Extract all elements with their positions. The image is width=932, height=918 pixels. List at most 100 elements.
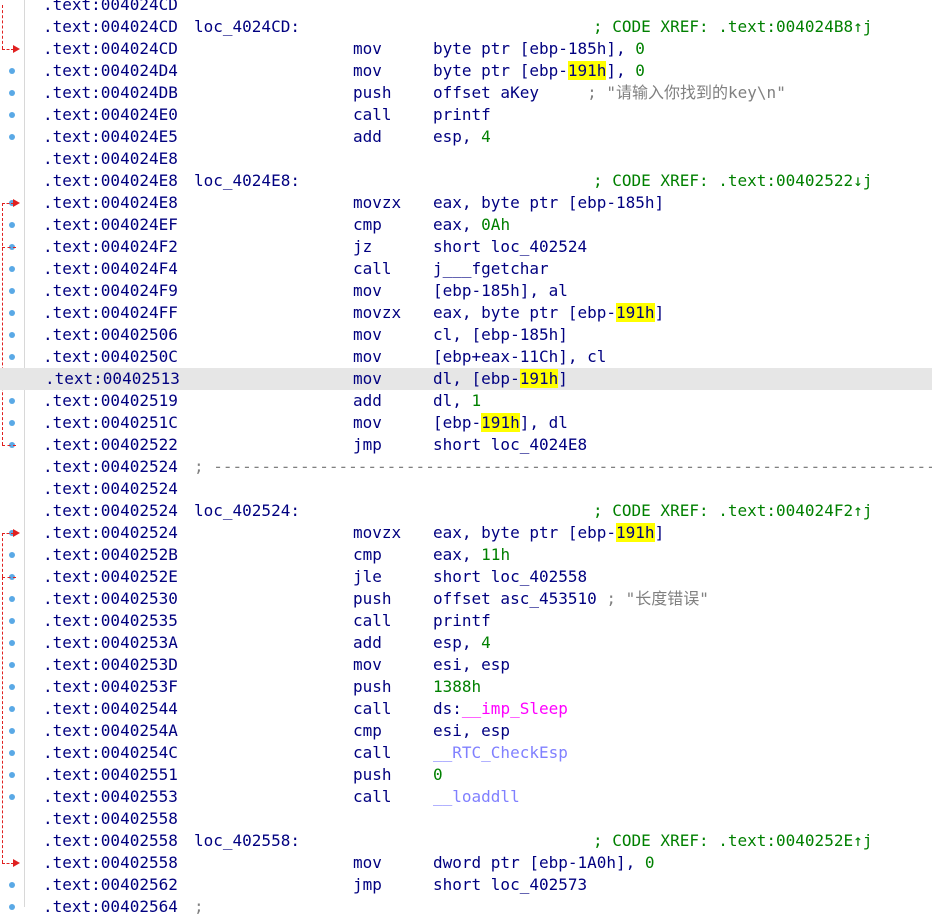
instruction-mnemonic[interactable]: push bbox=[353, 764, 392, 786]
instruction-operands[interactable]: byte ptr [ebp-191h], 0 bbox=[433, 60, 645, 82]
instruction-mnemonic[interactable]: movzx bbox=[353, 522, 401, 544]
operand-text[interactable]: eax, byte ptr [ebp- bbox=[433, 303, 616, 322]
code-line[interactable]: .text:004024E8 bbox=[0, 148, 932, 170]
operand-text[interactable]: ] bbox=[655, 523, 665, 542]
code-line[interactable]: .text:004024CD bbox=[0, 0, 932, 16]
instruction-operands[interactable]: offset aKey ; "请输入你找到的key\n" bbox=[433, 82, 786, 104]
instruction-mnemonic[interactable]: mov bbox=[353, 852, 382, 874]
line-address[interactable]: .text:00402551 bbox=[43, 764, 178, 786]
line-address[interactable]: .text:00402544 bbox=[43, 698, 178, 720]
xref-comment[interactable]: ; CODE XREF: .text:00402522↓j bbox=[593, 170, 872, 192]
line-address[interactable]: .text:00402535 bbox=[43, 610, 178, 632]
instruction-mnemonic[interactable]: add bbox=[353, 390, 382, 412]
code-line[interactable]: .text:00402558 mov dword ptr [ebp-1A0h], 0 bbox=[0, 852, 932, 874]
operand-text[interactable]: [ebp-185h], al bbox=[433, 281, 568, 300]
instruction-operands[interactable]: esp, 4 bbox=[433, 632, 491, 654]
line-address[interactable]: .text:004024E8 bbox=[43, 170, 178, 192]
instruction-mnemonic[interactable]: jle bbox=[353, 566, 382, 588]
instruction-operands[interactable]: 1388h bbox=[433, 676, 481, 698]
operand-number[interactable]: 0 bbox=[433, 765, 443, 784]
operand-text[interactable]: [ebp- bbox=[433, 413, 481, 432]
line-address[interactable]: .text:0040251C bbox=[43, 412, 178, 434]
code-line[interactable]: .text:00402524 loc_402524: ; CODE XREF: .t… bbox=[0, 500, 932, 522]
code-line[interactable]: .text:00402519 add dl, 1 bbox=[0, 390, 932, 412]
line-address[interactable]: .text:004024E8 bbox=[43, 192, 178, 214]
operand-text[interactable]: byte ptr [ebp-185h], bbox=[433, 39, 635, 58]
operand-text[interactable]: ds: bbox=[433, 699, 462, 718]
instruction-mnemonic[interactable]: call bbox=[353, 698, 392, 720]
code-line[interactable]: .text:00402551 push 0 bbox=[0, 764, 932, 786]
operand-number[interactable]: 4 bbox=[481, 633, 491, 652]
line-address[interactable]: .text:0040252B bbox=[43, 544, 178, 566]
code-line[interactable]: .text:004024F2 jz short loc_402524 bbox=[0, 236, 932, 258]
operand-text[interactable]: esp, bbox=[433, 633, 481, 652]
operand-number[interactable]: 0Ah bbox=[481, 215, 510, 234]
line-address[interactable]: .text:0040250C bbox=[43, 346, 178, 368]
instruction-mnemonic[interactable]: mov bbox=[353, 60, 382, 82]
code-line[interactable]: .text:0040252E jle short loc_402558 bbox=[0, 566, 932, 588]
code-label[interactable]: loc_402558: bbox=[194, 830, 300, 852]
instruction-operands[interactable]: dword ptr [ebp-1A0h], 0 bbox=[433, 852, 655, 874]
code-line[interactable]: .text:0040253F push 1388h bbox=[0, 676, 932, 698]
disassembly-listing[interactable]: .text:004024CD .text:004024CD loc_4024CD:;… bbox=[0, 0, 932, 918]
line-address[interactable]: .text:0040254C bbox=[43, 742, 178, 764]
code-line[interactable]: .text:004024CD loc_4024CD: ; CODE XREF: .t… bbox=[0, 16, 932, 38]
line-address[interactable]: .text:004024CD bbox=[43, 38, 178, 60]
line-address[interactable]: .text:00402553 bbox=[43, 786, 178, 808]
instruction-mnemonic[interactable]: add bbox=[353, 632, 382, 654]
operand-text[interactable]: [ebp+eax-11Ch], cl bbox=[433, 347, 606, 366]
instruction-mnemonic[interactable]: cmp bbox=[353, 720, 382, 742]
instruction-operands[interactable]: printf bbox=[433, 104, 491, 126]
code-line[interactable]: .text:00402522 jmp short loc_4024E8 bbox=[0, 434, 932, 456]
code-line[interactable]: .text:0040254A cmp esi, esp bbox=[0, 720, 932, 742]
instruction-mnemonic[interactable]: movzx bbox=[353, 192, 401, 214]
code-line[interactable]: .text:004024D4 mov byte ptr [ebp-191h], 0 bbox=[0, 60, 932, 82]
instruction-mnemonic[interactable]: mov bbox=[353, 368, 382, 390]
instruction-operands[interactable]: [ebp-185h], al bbox=[433, 280, 568, 302]
code-line[interactable]: .text:004024EF cmp eax, 0Ah bbox=[0, 214, 932, 236]
operand-text[interactable]: eax, bbox=[433, 545, 481, 564]
operand-number[interactable]: 1388h bbox=[433, 677, 481, 696]
instruction-operands[interactable]: eax, byte ptr [ebp-185h] bbox=[433, 192, 664, 214]
instruction-mnemonic[interactable]: call bbox=[353, 104, 392, 126]
instruction-mnemonic[interactable]: jz bbox=[353, 236, 372, 258]
operand-text[interactable]: short loc_402573 bbox=[433, 875, 587, 894]
line-address[interactable]: .text:0040253F bbox=[43, 676, 178, 698]
line-address[interactable]: .text:00402558 bbox=[43, 852, 178, 874]
line-address[interactable]: .text:00402513 bbox=[45, 368, 180, 390]
instruction-operands[interactable]: eax, 11h bbox=[433, 544, 510, 566]
code-label[interactable]: loc_4024CD: bbox=[194, 16, 300, 38]
line-address[interactable]: .text:00402519 bbox=[43, 390, 178, 412]
instruction-operands[interactable]: short loc_402573 bbox=[433, 874, 587, 896]
instruction-operands[interactable]: eax, 0Ah bbox=[433, 214, 510, 236]
code-line[interactable]: .text:004024E5 add esp, 4 bbox=[0, 126, 932, 148]
line-address[interactable]: .text:0040253D bbox=[43, 654, 178, 676]
code-line[interactable]: .text:00402544 call ds:__imp_Sleep bbox=[0, 698, 932, 720]
instruction-mnemonic[interactable]: mov bbox=[353, 654, 382, 676]
instruction-mnemonic[interactable]: jmp bbox=[353, 874, 382, 896]
line-address[interactable]: .text:0040252E bbox=[43, 566, 178, 588]
operand-text[interactable]: dl, bbox=[433, 391, 472, 410]
instruction-operands[interactable]: __loaddll bbox=[433, 786, 520, 808]
instruction-mnemonic[interactable]: call bbox=[353, 258, 392, 280]
instruction-mnemonic[interactable]: push bbox=[353, 82, 392, 104]
line-address[interactable]: .text:0040254A bbox=[43, 720, 178, 742]
line-address[interactable]: .text:0040253A bbox=[43, 632, 178, 654]
code-label[interactable]: loc_402524: bbox=[194, 500, 300, 522]
code-line[interactable]: .text:00402524 movzx eax, byte ptr [ebp-19… bbox=[0, 522, 932, 544]
operand-text[interactable]: short loc_402558 bbox=[433, 567, 587, 586]
instruction-operands[interactable]: __RTC_CheckEsp bbox=[433, 742, 568, 764]
instruction-mnemonic[interactable]: mov bbox=[353, 346, 382, 368]
library-function[interactable]: __RTC_CheckEsp bbox=[433, 743, 568, 762]
instruction-mnemonic[interactable]: cmp bbox=[353, 214, 382, 236]
code-line[interactable]: .text:00402535 call printf bbox=[0, 610, 932, 632]
line-address[interactable]: .text:004024F4 bbox=[43, 258, 178, 280]
code-line[interactable]: .text:00402564; bbox=[0, 896, 932, 918]
operand-text[interactable]: offset asc_453510 bbox=[433, 589, 606, 608]
code-line[interactable]: .text:0040251C mov [ebp-191h], dl bbox=[0, 412, 932, 434]
operand-text[interactable]: ], bbox=[606, 61, 635, 80]
code-line[interactable]: .text:004024F4 call j___fgetchar bbox=[0, 258, 932, 280]
instruction-mnemonic[interactable]: call bbox=[353, 742, 392, 764]
operand-number[interactable]: 0 bbox=[635, 61, 645, 80]
import-symbol[interactable]: __imp_Sleep bbox=[462, 699, 568, 718]
